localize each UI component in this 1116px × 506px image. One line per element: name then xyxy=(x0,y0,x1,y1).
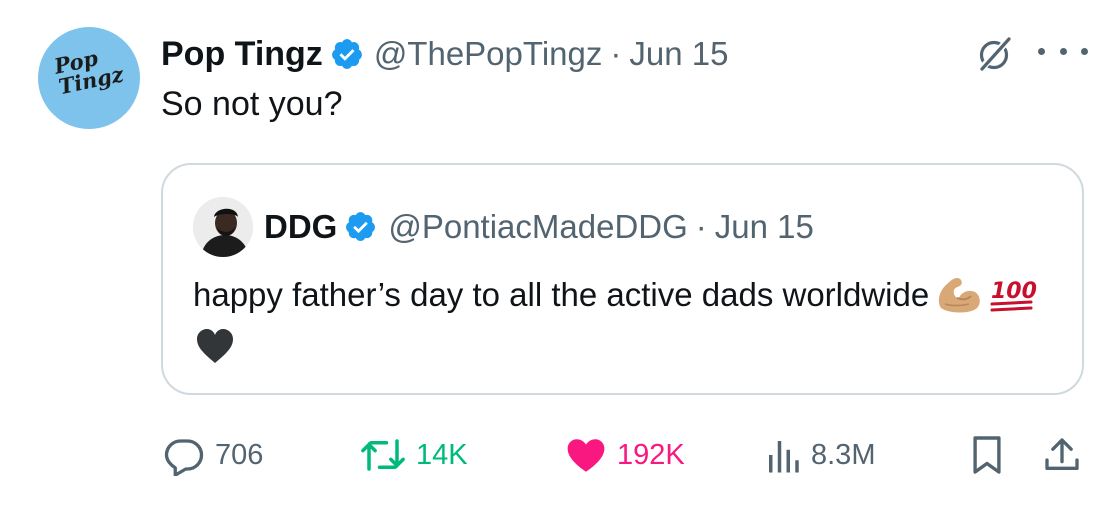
more-icon[interactable] xyxy=(1038,36,1088,66)
like-button[interactable]: 192K xyxy=(565,425,685,485)
tweet-text: So not you? xyxy=(161,85,343,123)
repost-icon xyxy=(360,434,406,476)
separator-dot: · xyxy=(610,35,622,72)
views-count: 8.3M xyxy=(811,438,876,471)
quote-author-handle[interactable]: @PontiacMadeDDG xyxy=(388,208,687,246)
quote-author-avatar[interactable] xyxy=(193,197,253,257)
quote-header: DDG @PontiacMadeDDG · Jun 15 xyxy=(264,201,814,253)
svg-text:100: 100 xyxy=(991,279,1037,304)
tweet-date[interactable]: Jun 15 xyxy=(629,35,728,73)
verified-badge-icon[interactable] xyxy=(330,37,364,71)
share-button[interactable] xyxy=(1042,425,1082,485)
black-heart-emoji xyxy=(195,327,235,378)
views-icon xyxy=(765,434,801,476)
separator-dot: · xyxy=(695,208,707,245)
views-button[interactable]: 8.3M xyxy=(765,425,875,485)
hundred-points-emoji: 100 xyxy=(989,274,1037,325)
repost-button[interactable]: 14K xyxy=(360,425,468,485)
bookmark-button[interactable] xyxy=(970,425,1004,485)
reply-button[interactable]: 706 xyxy=(163,425,263,485)
author-display-name[interactable]: Pop Tingz xyxy=(161,35,323,74)
repost-count: 14K xyxy=(416,438,468,471)
author-avatar[interactable]: Pop Tingz xyxy=(38,27,140,129)
reply-icon xyxy=(163,434,205,476)
verified-badge-icon[interactable] xyxy=(344,210,378,244)
flexed-biceps-emoji xyxy=(935,274,983,325)
quote-author-display-name[interactable]: DDG xyxy=(264,208,337,246)
action-bar: 706 14K 192K 8.3M xyxy=(0,425,1116,485)
grok-icon[interactable] xyxy=(975,34,1015,74)
tweet-header: Pop Tingz @ThePopTingz · Jun 15 xyxy=(161,28,728,80)
heart-icon xyxy=(565,434,607,476)
share-icon xyxy=(1042,434,1082,476)
author-handle[interactable]: @ThePopTingz xyxy=(374,35,603,73)
quoted-tweet[interactable]: DDG @PontiacMadeDDG · Jun 15 happy fathe… xyxy=(161,163,1084,395)
quote-text: happy father’s day to all the active dad… xyxy=(193,276,930,313)
avatar-logo-text: Pop Tingz xyxy=(51,45,126,100)
like-count: 192K xyxy=(617,438,685,471)
more-dot xyxy=(1081,47,1088,55)
more-dot xyxy=(1038,47,1045,55)
tweet: Pop Tingz Pop Tingz @ThePopTingz · Jun 1… xyxy=(0,0,1116,506)
more-dot xyxy=(1059,47,1067,55)
quote-date[interactable]: Jun 15 xyxy=(715,208,814,246)
reply-count: 706 xyxy=(215,438,264,471)
bookmark-icon xyxy=(970,434,1004,476)
quote-text-block: happy father’s day to all the active dad… xyxy=(193,272,1053,378)
